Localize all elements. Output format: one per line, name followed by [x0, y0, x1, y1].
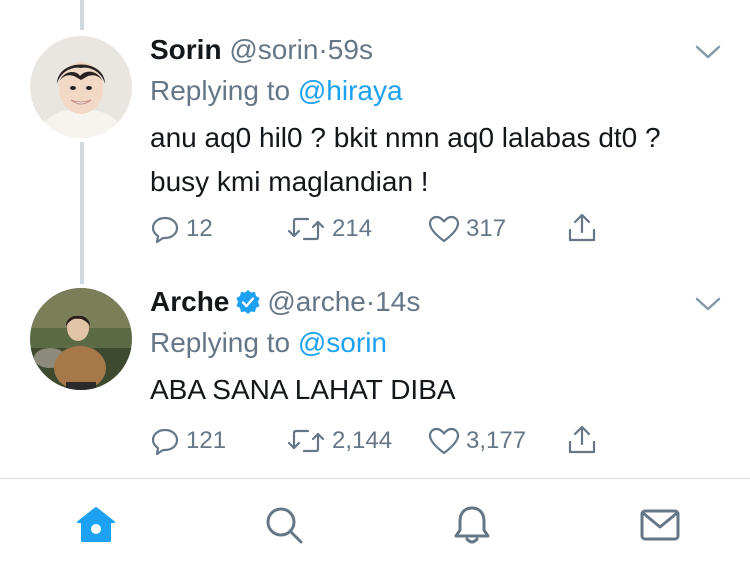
replying-mention[interactable]: @hiraya	[298, 75, 403, 106]
retweet-count: 214	[332, 215, 373, 242]
tweet-header: Arche @arche·14s	[150, 286, 420, 318]
display-name[interactable]: Arche	[150, 286, 229, 317]
share-button[interactable]	[566, 424, 598, 456]
timestamp[interactable]: 14s	[375, 286, 420, 317]
tweet-header: Sorin @sorin·59s	[150, 34, 373, 66]
share-icon	[568, 213, 596, 242]
retweet-button[interactable]: 214	[286, 214, 372, 244]
bottom-tab-bar	[0, 478, 750, 576]
tab-messages[interactable]	[638, 503, 682, 547]
like-count: 3,177	[466, 427, 527, 454]
share-button[interactable]	[566, 212, 598, 244]
tweet-text-line: ABA SANA LAHAT DIBA	[150, 374, 456, 405]
avatar[interactable]	[30, 288, 132, 390]
display-name[interactable]: Sorin	[150, 34, 222, 65]
tweet-arche[interactable]: Arche @arche·14s Replying to @sorin ABA …	[0, 270, 750, 470]
reply-count: 121	[186, 427, 227, 454]
chevron-down-icon[interactable]	[694, 43, 722, 61]
replying-prefix: Replying to	[150, 75, 291, 106]
tab-home[interactable]	[74, 503, 118, 547]
reply-button[interactable]: 12	[150, 214, 213, 244]
tweet-text-line: anu aq0 hil0 ? bkit nmn aq0 lalabas dt0 …	[150, 122, 661, 153]
reply-count: 12	[186, 215, 213, 242]
reply-icon	[151, 216, 179, 244]
tweet-text-line: busy kmi maglandian !	[150, 166, 429, 197]
chevron-down-icon[interactable]	[694, 295, 722, 313]
separator-dot: ·	[318, 34, 328, 65]
retweet-icon	[287, 217, 325, 241]
tweet-sorin[interactable]: Sorin @sorin·59s Replying to @hiraya anu…	[0, 0, 750, 270]
retweet-icon	[287, 429, 325, 453]
timestamp[interactable]: 59s	[328, 34, 373, 65]
user-handle[interactable]: @arche	[267, 286, 365, 317]
replying-to: Replying to @hiraya	[150, 75, 403, 107]
retweet-button[interactable]: 2,144	[286, 426, 392, 456]
user-handle[interactable]: @sorin	[229, 34, 318, 65]
verified-badge-icon	[236, 290, 260, 314]
tweet-text: anu aq0 hil0 ? bkit nmn aq0 lalabas dt0 …	[150, 116, 661, 204]
separator-dot: ·	[365, 286, 376, 317]
search-icon	[266, 507, 303, 544]
like-count: 317	[466, 215, 507, 242]
messages-icon	[640, 509, 680, 541]
replying-to: Replying to @sorin	[150, 327, 387, 359]
avatar[interactable]	[30, 36, 132, 138]
like-button[interactable]: 317	[428, 214, 506, 244]
home-icon	[77, 507, 115, 542]
tab-notifications[interactable]	[450, 503, 494, 547]
reply-icon	[151, 428, 179, 456]
reply-button[interactable]: 121	[150, 426, 226, 456]
notifications-icon	[454, 506, 490, 544]
like-button[interactable]: 3,177	[428, 426, 526, 456]
replying-prefix: Replying to	[150, 327, 291, 358]
share-icon	[568, 425, 596, 454]
retweet-count: 2,144	[332, 427, 393, 454]
heart-icon	[428, 427, 460, 455]
tab-search[interactable]	[262, 503, 306, 547]
replying-mention[interactable]: @sorin	[298, 327, 387, 358]
heart-icon	[428, 215, 460, 243]
tweet-text: ABA SANA LAHAT DIBA	[150, 368, 456, 412]
